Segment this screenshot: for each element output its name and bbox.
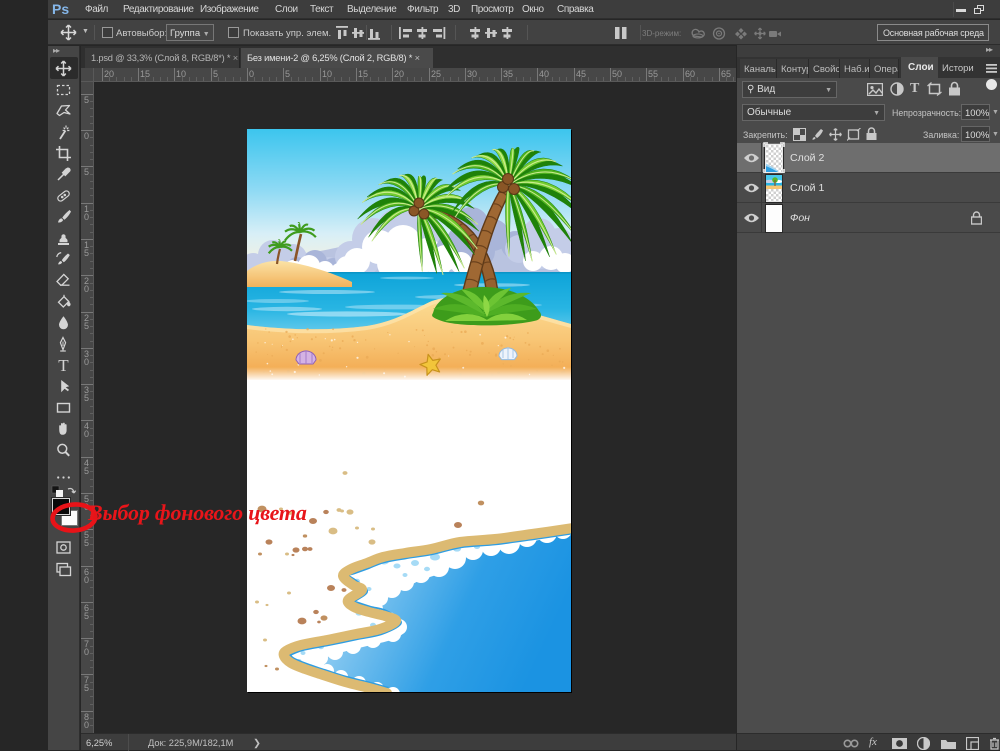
svg-text:T: T <box>58 357 69 374</box>
